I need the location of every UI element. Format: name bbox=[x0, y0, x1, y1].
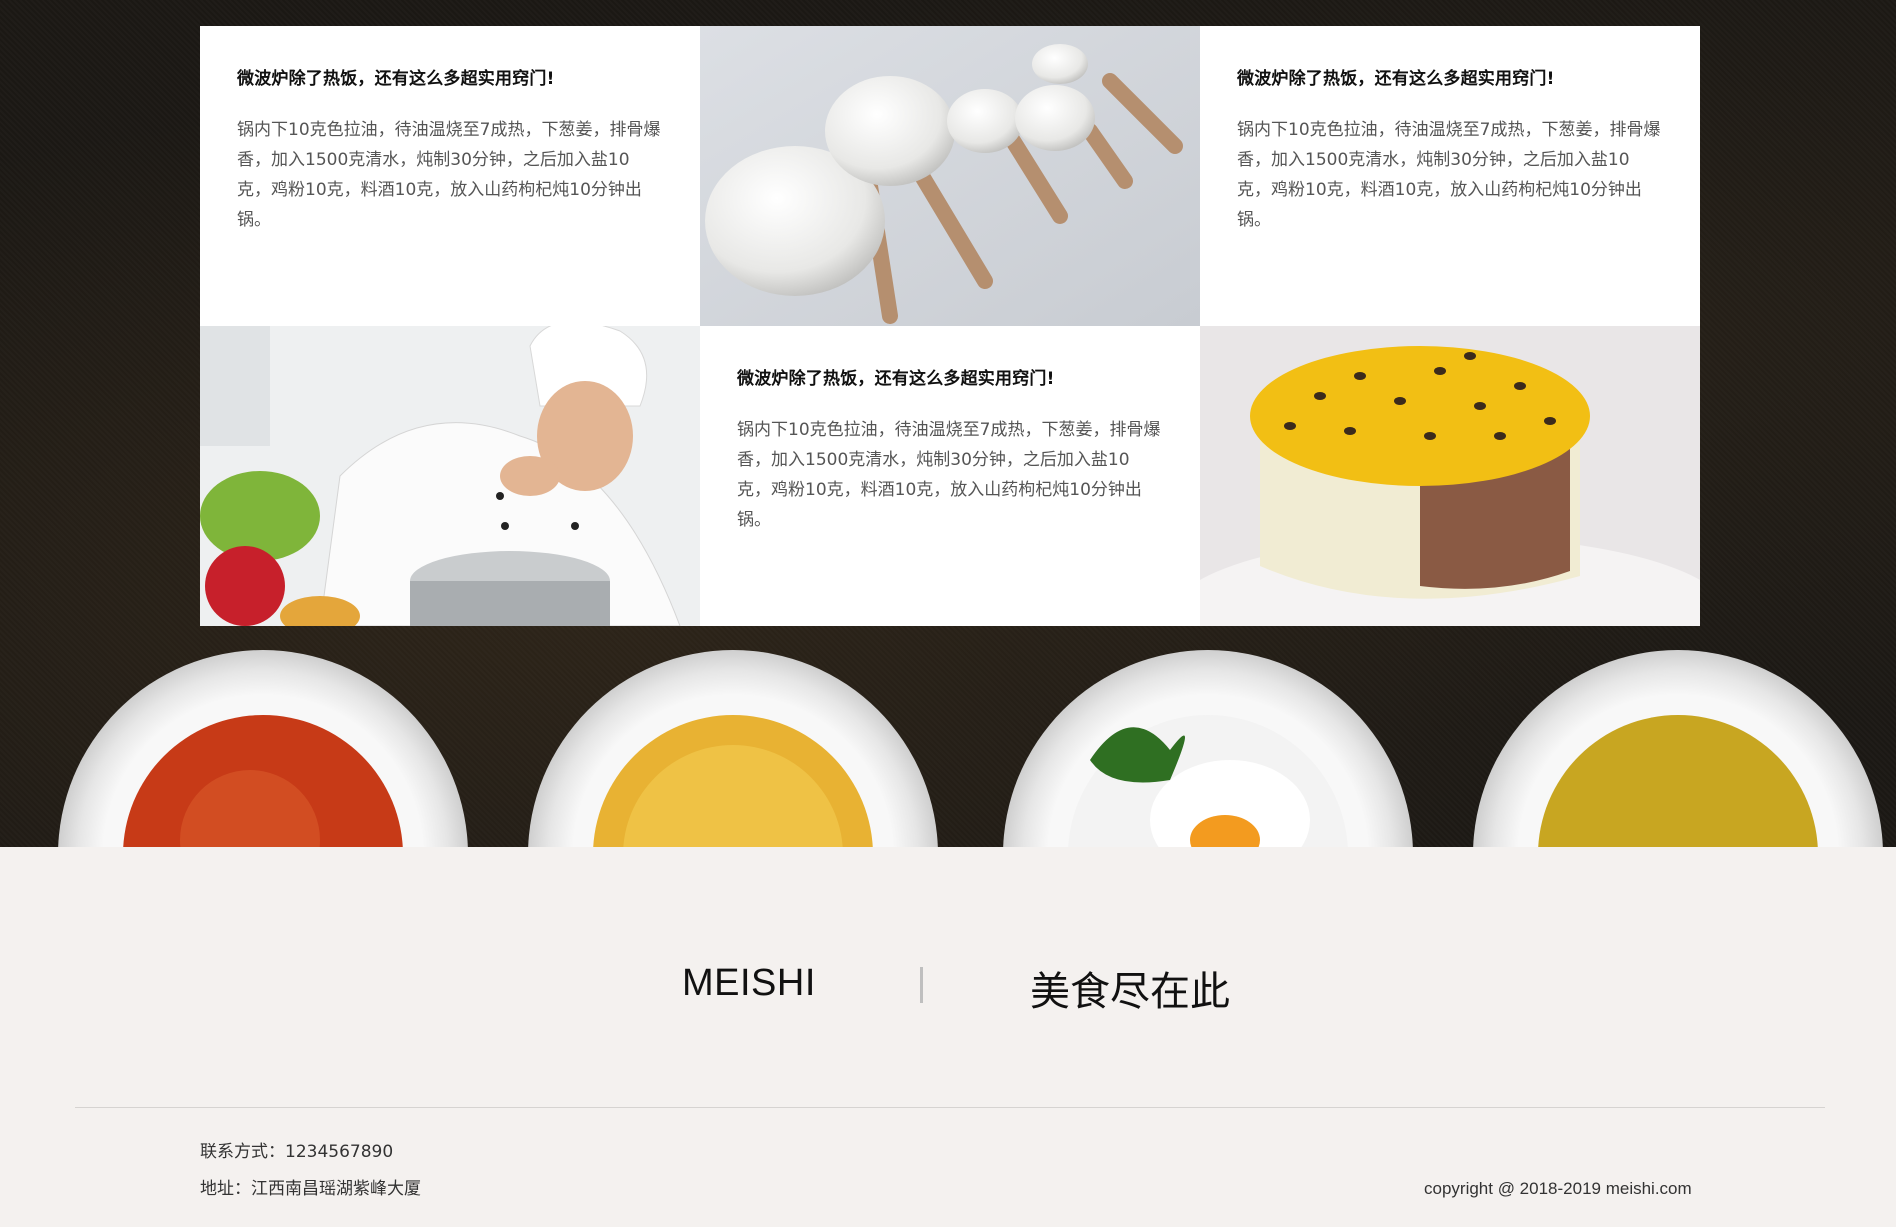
footer-divider bbox=[75, 1107, 1825, 1108]
article-body: 锅内下10克色拉油，待油温烧至7成热，下葱姜，排骨爆香，加入1500克清水，炖制… bbox=[237, 120, 661, 230]
brand-divider bbox=[920, 967, 923, 1003]
footer-copyright: copyright @ 2018-2019 meishi.com bbox=[1424, 1179, 1692, 1198]
brand-slogan: 美食尽在此 bbox=[1030, 969, 1230, 1015]
spoons-image bbox=[700, 26, 1200, 326]
article-title[interactable]: 微波炉除了热饭，还有这么多超实用窍门! bbox=[737, 364, 1162, 389]
pumpkin-soup-plate bbox=[1473, 650, 1883, 847]
footer-address: 地址：江西南昌瑶湖紫峰大厦 bbox=[200, 1179, 421, 1199]
brand-section: MEISHI 美食尽在此 bbox=[0, 847, 1896, 1107]
tomato-soup-plate bbox=[58, 650, 468, 847]
article-body: 锅内下10克色拉油，待油温烧至7成热，下葱姜，排骨爆香，加入1500克清水，炖制… bbox=[737, 420, 1161, 530]
passionfruit-cake-image bbox=[1200, 326, 1700, 626]
chef-image bbox=[200, 326, 700, 626]
article-title[interactable]: 微波炉除了热饭，还有这么多超实用窍门! bbox=[237, 64, 662, 89]
brand-english-name: MEISHI bbox=[682, 962, 816, 1004]
noodles-plate bbox=[528, 650, 938, 847]
article-body: 锅内下10克色拉油，待油温烧至7成热，下葱姜，排骨爆香，加入1500克清水，炖制… bbox=[1237, 120, 1661, 230]
article-card-1[interactable]: 微波炉除了热饭，还有这么多超实用窍门! 锅内下10克色拉油，待油温烧至7成热，下… bbox=[200, 26, 700, 326]
footer-contact: 联系方式：1234567890 bbox=[200, 1142, 394, 1162]
article-grid: 微波炉除了热饭，还有这么多超实用窍门! 锅内下10克色拉油，待油温烧至7成热，下… bbox=[200, 26, 1700, 626]
article-card-3[interactable]: 微波炉除了热饭，还有这么多超实用窍门! 锅内下10克色拉油，待油温烧至7成热，下… bbox=[700, 326, 1200, 626]
article-card-2[interactable]: 微波炉除了热饭，还有这么多超实用窍门! 锅内下10克色拉油，待油温烧至7成热，下… bbox=[1200, 26, 1700, 326]
article-title[interactable]: 微波炉除了热饭，还有这么多超实用窍门! bbox=[1237, 64, 1662, 89]
egg-plate bbox=[1003, 650, 1413, 847]
food-plates-strip bbox=[0, 640, 1896, 847]
